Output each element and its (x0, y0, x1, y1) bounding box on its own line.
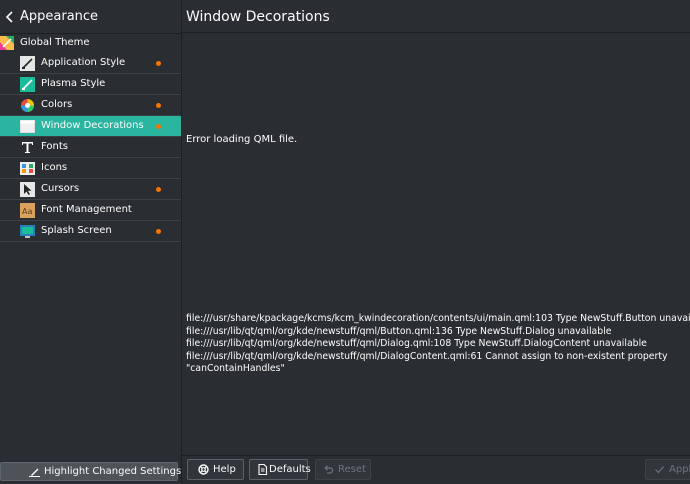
modified-indicator (156, 124, 161, 129)
sidebar-item-label: Icons (41, 162, 68, 173)
help-label: Help (213, 464, 236, 475)
modified-indicator (156, 61, 161, 66)
highlight-label: Highlight Changed Settings (44, 466, 182, 477)
main-panel: Window Decorations Error loading QML fil… (182, 0, 690, 483)
global-theme-icon (0, 36, 14, 50)
reset-label: Reset (338, 464, 366, 475)
log-line: file:///usr/lib/qt/qml/org/kde/newstuff/… (186, 350, 668, 362)
defaults-button[interactable]: Defaults (249, 459, 311, 480)
modified-indicator (156, 103, 161, 108)
sidebar-item-cursors[interactable]: Cursors (0, 179, 181, 200)
modified-indicator (156, 187, 161, 192)
page-title: Window Decorations (186, 9, 330, 25)
sidebar-item-window-decorations[interactable]: Window Decorations (0, 116, 181, 137)
splash-screen-icon (20, 224, 35, 239)
log-line: file:///usr/share/kpackage/kcms/kcm_kwin… (186, 313, 690, 324)
sidebar-item-plasma-style[interactable]: Plasma Style (0, 74, 181, 95)
apply-button[interactable]: Apply (645, 459, 690, 480)
sidebar-item-label: Fonts (41, 141, 68, 152)
back-arrow-icon[interactable] (3, 9, 17, 25)
sidebar-item-fonts[interactable]: Fonts (0, 137, 181, 158)
main-header: Window Decorations (182, 0, 690, 33)
svg-text:Aa: Aa (22, 207, 32, 216)
document-icon (257, 463, 268, 476)
window-decorations-icon (20, 119, 35, 134)
application-style-icon (20, 56, 35, 71)
colors-icon (20, 98, 35, 113)
sidebar-item-splash-screen[interactable]: Splash Screen (0, 221, 181, 242)
modified-indicator (156, 229, 161, 234)
sidebar-header: Appearance (0, 0, 181, 34)
sidebar-item-icons[interactable]: Icons (0, 158, 181, 179)
sidebar-item-label: Application Style (41, 57, 126, 68)
checkmark-icon (654, 464, 665, 475)
sidebar-title: Appearance (20, 9, 99, 24)
undo-icon (323, 464, 334, 475)
log-line: file:///usr/lib/qt/qml/org/kde/newstuff/… (186, 338, 647, 349)
sidebar-item-application-style[interactable]: Application Style (0, 53, 181, 74)
help-button[interactable]: Help (187, 459, 244, 480)
sidebar-item-label: Font Management (41, 204, 132, 215)
sidebar-item-label: Cursors (41, 183, 80, 194)
category-label: Global Theme (20, 37, 90, 48)
sidebar-item-label: Colors (41, 99, 73, 110)
fonts-icon (20, 140, 35, 155)
category-global-theme[interactable]: Global Theme (0, 33, 181, 53)
sidebar-nav: Application Style Plasma Style Colors Wi… (0, 53, 181, 242)
footer-toolbar: Help Defaults Reset Apply (182, 455, 690, 484)
plasma-style-icon (20, 77, 35, 92)
cursors-icon (20, 182, 35, 197)
font-management-icon: Aa (20, 203, 35, 218)
log-line: "canContainHandles" (186, 363, 285, 374)
sidebar-item-label: Splash Screen (41, 225, 112, 236)
highlight-changed-settings-button[interactable]: Highlight Changed Settings (0, 462, 182, 481)
error-message: Error loading QML file. (186, 134, 298, 145)
sidebar-item-colors[interactable]: Colors (0, 95, 181, 116)
error-log: file:///usr/share/kpackage/kcms/kcm_kwin… (186, 313, 690, 376)
icons-icon (20, 161, 35, 176)
defaults-label: Defaults (269, 464, 311, 475)
log-line: file:///usr/lib/qt/qml/org/kde/newstuff/… (186, 325, 612, 337)
sidebar: Appearance Global Theme Application Styl… (0, 0, 182, 483)
pen-icon (29, 466, 40, 477)
apply-label: Apply (669, 464, 690, 475)
sidebar-item-font-management[interactable]: Aa Font Management (0, 200, 181, 221)
sidebar-item-label: Window Decorations (41, 120, 144, 131)
help-icon (198, 464, 209, 475)
sidebar-item-label: Plasma Style (41, 78, 106, 89)
reset-button[interactable]: Reset (315, 459, 371, 480)
